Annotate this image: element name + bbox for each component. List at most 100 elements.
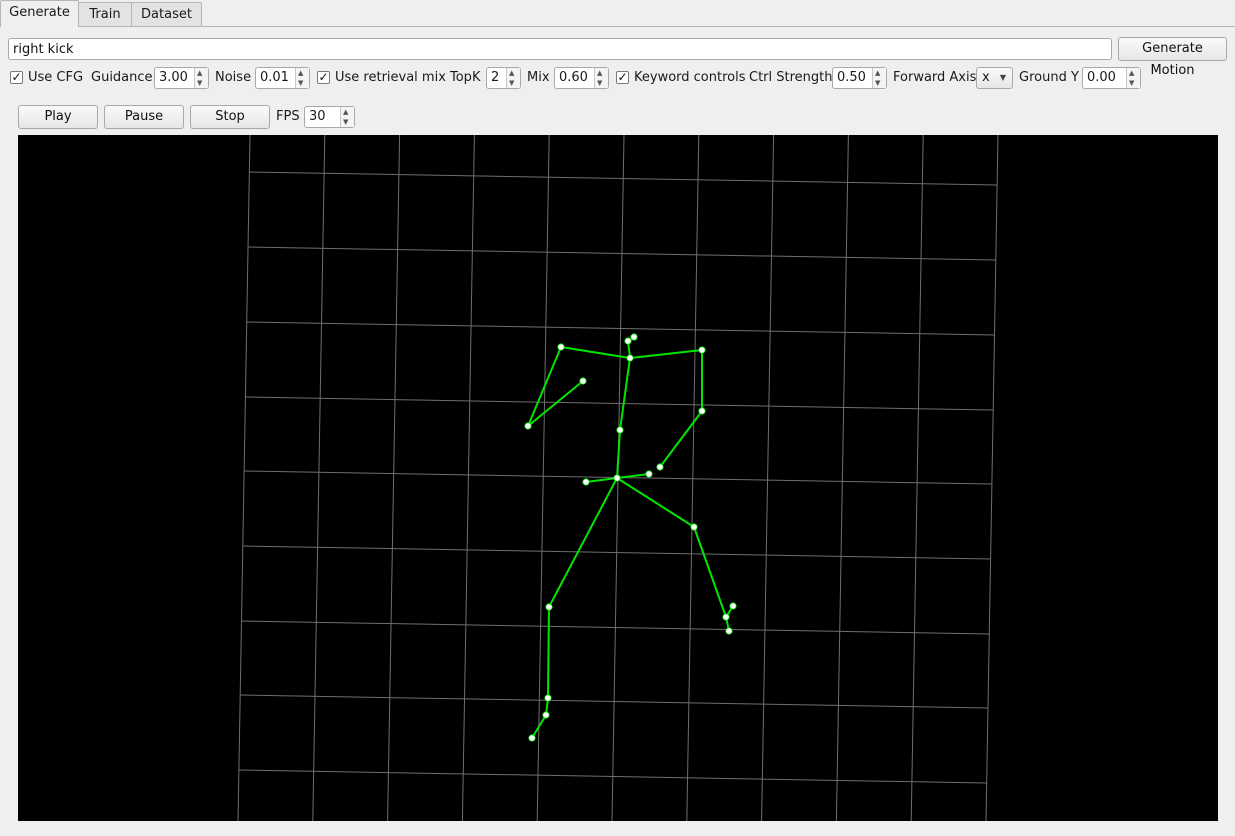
ctrl-strength-value: 0.50 [837, 70, 866, 85]
mix-spinbox[interactable]: 0.60 ▲ ▼ [554, 67, 609, 89]
noise-spinbox[interactable]: 0.01 ▲ ▼ [255, 67, 310, 89]
spin-down-icon[interactable]: ▼ [197, 79, 202, 87]
spin-up-icon[interactable]: ▲ [1129, 69, 1134, 77]
skeleton-bone [659, 410, 703, 468]
skeleton-joint [557, 343, 565, 351]
spin-down-icon[interactable]: ▼ [875, 79, 880, 87]
spin-up-icon[interactable]: ▲ [597, 69, 602, 77]
skeleton-joint [698, 346, 706, 354]
skeleton-joint [645, 470, 653, 478]
use-retrieval-mix-checkbox[interactable]: ✓ [317, 71, 330, 84]
skeleton-bone [616, 477, 695, 528]
skeleton-joint [626, 354, 634, 362]
keyword-controls-label: Keyword controls [634, 70, 746, 85]
guidance-label: Guidance [91, 70, 153, 85]
skeleton-joint [579, 377, 587, 385]
topk-label: TopK [450, 70, 481, 85]
skeleton-bone [693, 526, 727, 618]
spin-down-icon[interactable]: ▼ [343, 118, 348, 126]
grid-line [237, 134, 251, 822]
topk-value: 2 [491, 70, 500, 85]
chevron-down-icon[interactable]: ▼ [1000, 68, 1006, 88]
skeleton-joint [582, 478, 590, 486]
skeleton-joint [690, 523, 698, 531]
forward-axis-label: Forward Axis [893, 70, 977, 85]
tab-generate[interactable]: Generate [0, 0, 79, 27]
use-cfg-checkbox[interactable]: ✓ [10, 71, 23, 84]
spin-down-icon[interactable]: ▼ [298, 79, 303, 87]
skeleton-bone [547, 606, 550, 699]
ground-y-stepper[interactable]: ▲ ▼ [1126, 68, 1140, 88]
spin-up-icon[interactable]: ▲ [509, 69, 514, 77]
forward-axis-select[interactable]: x ▼ [976, 67, 1013, 89]
ground-y-value: 0.00 [1087, 70, 1116, 85]
skeleton-bone [619, 357, 631, 431]
topk-stepper[interactable]: ▲ ▼ [506, 68, 520, 88]
prompt-input[interactable] [8, 38, 1112, 60]
skeleton-joint [725, 627, 733, 635]
ctrl-strength-stepper[interactable]: ▲ ▼ [872, 68, 886, 88]
skeleton-joint [698, 407, 706, 415]
spin-down-icon[interactable]: ▼ [509, 79, 514, 87]
noise-label: Noise [215, 70, 252, 85]
use-cfg-label: Use CFG [28, 70, 84, 85]
skeleton-joint [545, 603, 553, 611]
skeleton-joint [544, 694, 552, 702]
generate-motion-button[interactable]: Generate Motion [1118, 37, 1227, 78]
spin-down-icon[interactable]: ▼ [1129, 79, 1134, 87]
mix-label: Mix [527, 70, 550, 85]
spin-down-icon[interactable]: ▼ [597, 79, 602, 87]
topk-spinbox[interactable]: 2 ▲ ▼ [486, 67, 521, 89]
skeleton-joint [729, 602, 737, 610]
fps-spinbox[interactable]: 30 ▲ ▼ [304, 106, 355, 128]
grid-line [387, 134, 401, 822]
skeleton-scene [237, 134, 999, 822]
grid-line [910, 134, 924, 822]
ground-y-spinbox[interactable]: 0.00 ▲ ▼ [1082, 67, 1141, 89]
fps-value: 30 [309, 109, 326, 124]
grid-line [686, 134, 700, 822]
skeleton-joint [528, 734, 536, 742]
play-button[interactable]: Play [18, 105, 98, 129]
ctrl-strength-label: Ctrl Strength [749, 70, 833, 85]
skeleton-bone [629, 349, 703, 359]
spin-up-icon[interactable]: ▲ [197, 69, 202, 77]
grid-line [985, 134, 999, 822]
skeleton-joint [616, 426, 624, 434]
spin-up-icon[interactable]: ▲ [298, 69, 303, 77]
stop-button[interactable]: Stop [190, 105, 270, 129]
skeleton-joint [722, 613, 730, 621]
forward-axis-value: x [982, 70, 990, 85]
keyword-controls-checkbox[interactable]: ✓ [616, 71, 629, 84]
noise-value: 0.01 [260, 70, 289, 85]
guidance-spinbox[interactable]: 3.00 ▲ ▼ [154, 67, 209, 89]
skeleton-bone [527, 380, 584, 427]
fps-stepper[interactable]: ▲ ▼ [340, 107, 354, 127]
grid-line [761, 134, 775, 822]
use-retrieval-mix-label: Use retrieval mix [335, 70, 446, 85]
tab-train[interactable]: Train [78, 2, 132, 26]
skeleton-joint [624, 337, 632, 345]
spin-up-icon[interactable]: ▲ [343, 108, 348, 116]
ctrl-strength-spinbox[interactable]: 0.50 ▲ ▼ [832, 67, 887, 89]
ground-y-label: Ground Y [1019, 70, 1079, 85]
mix-stepper[interactable]: ▲ ▼ [594, 68, 608, 88]
skeleton-bone [548, 477, 618, 608]
spin-up-icon[interactable]: ▲ [875, 69, 880, 77]
motion-viewport[interactable] [18, 134, 1218, 822]
skeleton-joint [656, 463, 664, 471]
guidance-value: 3.00 [159, 70, 188, 85]
tab-bar: Generate Train Dataset [0, 0, 1235, 27]
mix-value: 0.60 [559, 70, 588, 85]
pause-button[interactable]: Pause [104, 105, 184, 129]
skeleton-joint [542, 711, 550, 719]
skeleton-bone [560, 346, 631, 359]
tab-dataset[interactable]: Dataset [131, 2, 202, 26]
skeleton-bone [585, 477, 618, 483]
grid-line [835, 134, 849, 822]
fps-label: FPS [276, 109, 300, 124]
skeleton-joint [613, 474, 621, 482]
noise-stepper[interactable]: ▲ ▼ [295, 68, 309, 88]
guidance-stepper[interactable]: ▲ ▼ [194, 68, 208, 88]
skeleton-joint [524, 422, 532, 430]
